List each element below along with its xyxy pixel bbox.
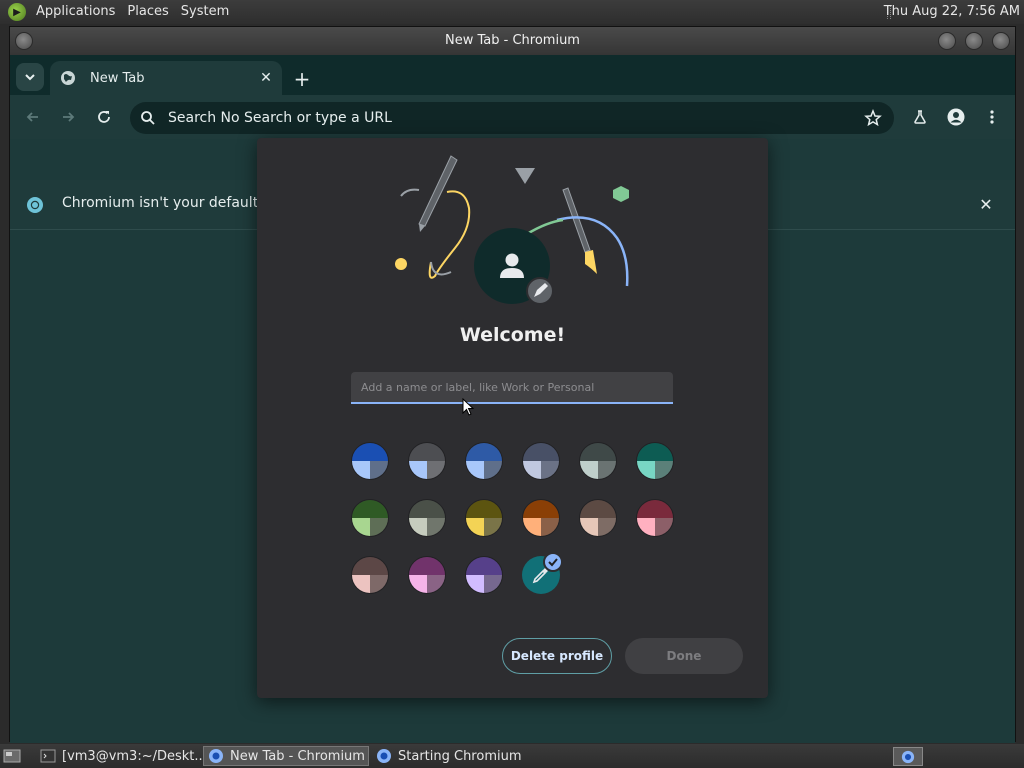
panel-menu: ▶ Applications Places System [0,0,237,24]
arrow-left-icon [26,112,38,122]
tray-chromium-icon[interactable] [893,747,923,766]
chromium-icon [376,748,392,764]
tab-title: New Tab [90,70,145,86]
tab-strip: New Tab ✕ + [10,55,1015,95]
color-swatch[interactable] [408,442,446,480]
color-swatch[interactable] [579,499,617,537]
panel-clock[interactable]: Thu Aug 22, 7:56 AM [884,0,1020,24]
window-title: New Tab - Chromium [445,33,580,48]
taskbar-item-label: Starting Chromium [398,748,522,764]
color-swatch[interactable] [351,499,389,537]
taskbar-item-starting-chromium[interactable]: Starting Chromium [372,746,538,766]
more-vertical-icon [990,110,994,124]
window-menu-button[interactable] [15,32,33,50]
color-swatch[interactable] [351,442,389,480]
top-panel: ▶ Applications Places System Thu Aug 22,… [0,0,1024,24]
browser-toolbar: Search No Search or type a URL [10,95,1015,139]
window-maximize-button[interactable] [965,32,983,50]
tab-new-tab[interactable]: New Tab ✕ [50,61,282,95]
chromium-icon [208,748,224,764]
triangle-shape [515,168,535,184]
reload-button[interactable] [92,105,116,129]
distro-logo-icon[interactable]: ▶ [8,3,26,21]
new-tab-button[interactable]: + [290,67,314,91]
done-button[interactable]: Done [625,638,743,674]
arrow-right-icon [63,112,75,122]
taskbar-item-terminal[interactable]: [vm3@vm3:~/Deskt... [36,746,207,766]
color-swatch[interactable] [465,556,503,594]
hexagon-shape [613,186,629,202]
color-swatch[interactable] [522,442,560,480]
omnibox-text: Search No Search or type a URL [168,110,392,126]
selected-check-icon [543,552,563,572]
profile-button[interactable] [944,105,968,129]
omnibox[interactable]: Search No Search or type a URL [130,102,894,134]
show-desktop-icon[interactable] [2,747,22,765]
avatar-icon [947,108,965,126]
labs-button[interactable] [908,105,932,129]
color-swatch[interactable] [636,442,674,480]
globe-icon [60,70,76,86]
color-swatch[interactable] [522,499,560,537]
color-swatch[interactable] [408,499,446,537]
terminal-icon [40,748,56,764]
color-swatch[interactable] [408,556,446,594]
color-swatch[interactable] [579,442,617,480]
search-icon [140,110,156,126]
delete-profile-button[interactable]: Delete profile [502,638,612,674]
forward-button[interactable] [56,105,80,129]
color-swatch[interactable] [351,556,389,594]
profile-name-input[interactable] [351,372,673,404]
menu-places[interactable]: Places [123,0,176,24]
taskbar-item-chromium[interactable]: New Tab - Chromium [203,746,369,766]
infobar-close-icon[interactable]: ✕ [977,195,995,214]
profile-customization-dialog: Welcome! Add a name or label, like Work … [257,138,768,698]
welcome-illustration [395,155,629,305]
bottom-taskbar: [vm3@vm3:~/Deskt... New Tab - Chromium S… [0,744,1024,768]
color-swatch[interactable] [465,442,503,480]
tab-search-button[interactable] [16,63,44,91]
color-swatch[interactable] [636,499,674,537]
bookmark-star-icon[interactable] [864,109,882,127]
infobar-text: Chromium isn't your default bro [62,195,286,211]
menu-button[interactable] [980,105,1004,129]
reload-icon [98,111,110,123]
dialog-title: Welcome! [459,324,566,346]
taskbar-item-label: New Tab - Chromium [230,748,365,764]
chevron-down-icon [25,74,35,81]
back-button[interactable] [21,105,45,129]
menu-applications[interactable]: Applications [32,0,123,24]
tab-close-icon[interactable]: ✕ [256,68,276,88]
yellow-dot-shape [395,258,407,270]
mouse-cursor-icon [462,398,475,416]
color-swatch[interactable] [465,499,503,537]
window-titlebar[interactable]: New Tab - Chromium [10,27,1015,55]
window-minimize-button[interactable] [938,32,956,50]
window-close-button[interactable] [992,32,1010,50]
menu-system[interactable]: System [177,0,237,24]
taskbar-item-label: [vm3@vm3:~/Deskt... [62,748,207,764]
chromium-logo-icon [26,196,44,214]
flask-icon [914,110,926,124]
pencil-icon [400,155,471,279]
